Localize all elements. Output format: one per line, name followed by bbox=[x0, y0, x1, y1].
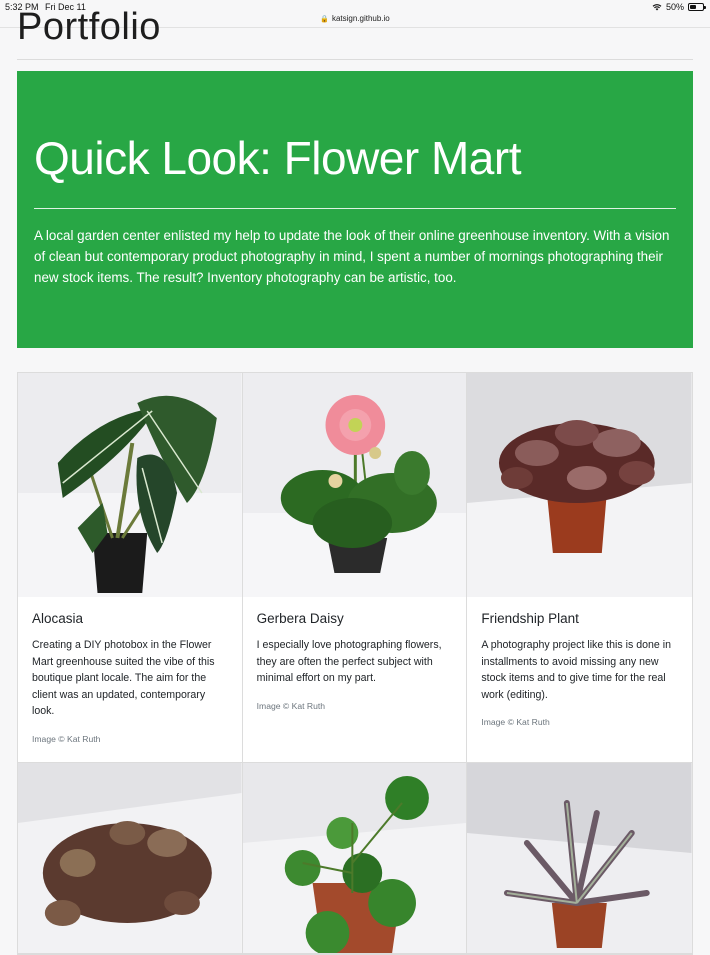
url-text: katsign.github.io bbox=[331, 14, 390, 23]
card-image-tradescantia bbox=[467, 763, 692, 953]
lock-icon: 🔒 bbox=[320, 16, 329, 23]
page-title: Portfolio bbox=[17, 6, 161, 48]
hero-jumbotron: Quick Look: Flower Mart A local garden c… bbox=[17, 71, 693, 348]
card-image-peperomia bbox=[18, 763, 242, 953]
hero-title: Quick Look: Flower Mart bbox=[34, 132, 521, 184]
card-friendship-plant[interactable]: Friendship Plant A photography project l… bbox=[467, 373, 692, 763]
card-credit: Image © Kat Ruth bbox=[256, 700, 326, 711]
card-credit: Image © Kat Ruth bbox=[32, 733, 101, 744]
card-title: Gerbera Daisy bbox=[256, 611, 344, 626]
card-gerbera-daisy[interactable]: Gerbera Daisy I especially love photogra… bbox=[242, 373, 468, 763]
card-credit: Image © Kat Ruth bbox=[481, 717, 550, 728]
card-text: A photography project like this is done … bbox=[481, 639, 671, 701]
status-right: 50% bbox=[652, 2, 706, 12]
battery-icon bbox=[688, 3, 706, 11]
card-image-gerbera-daisy bbox=[242, 373, 467, 597]
card-alocasia[interactable]: Alocasia Creating a DIY photobox in the … bbox=[18, 373, 243, 763]
hero-divider bbox=[34, 208, 676, 210]
card-tradescantia[interactable] bbox=[467, 763, 692, 954]
card-peperomia-1[interactable] bbox=[18, 763, 243, 954]
card-image-friendship-plant bbox=[467, 373, 692, 597]
card-image-pilea bbox=[242, 763, 467, 953]
wifi-icon bbox=[652, 3, 662, 11]
hero-description: A local garden center enlisted my help t… bbox=[34, 228, 670, 286]
card-pilea[interactable] bbox=[242, 763, 468, 954]
card-text: Creating a DIY photobox in the Flower Ma… bbox=[32, 639, 215, 718]
card-title: Alocasia bbox=[32, 611, 84, 626]
title-divider bbox=[17, 59, 693, 60]
battery-percent: 50% bbox=[665, 2, 684, 12]
card-title: Friendship Plant bbox=[481, 611, 579, 626]
card-grid: Alocasia Creating a DIY photobox in the … bbox=[17, 372, 693, 955]
card-image-alocasia bbox=[18, 373, 242, 597]
card-text: I especially love photographing flowers,… bbox=[256, 639, 442, 685]
